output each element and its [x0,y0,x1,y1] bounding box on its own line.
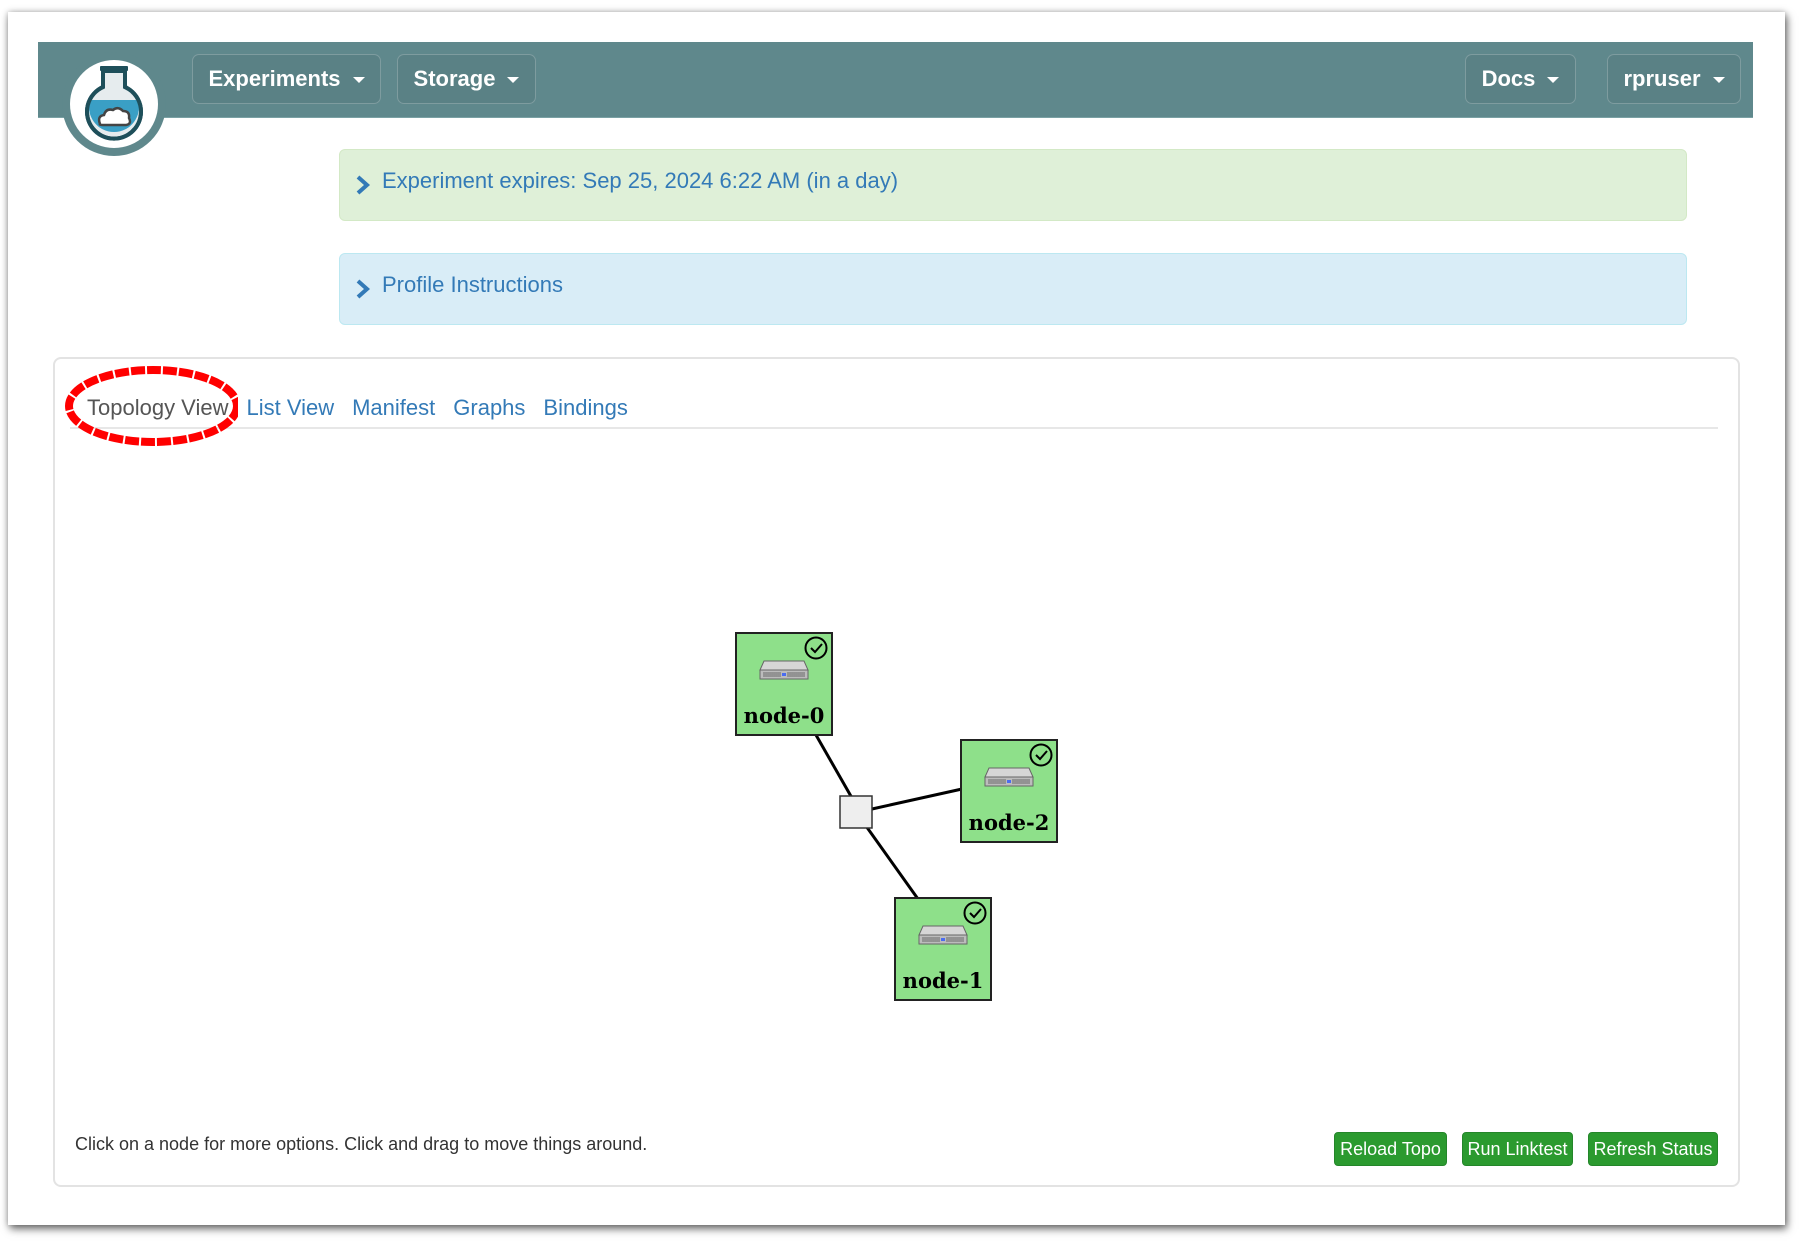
view-tabs: Topology View List View Manifest Graphs … [78,388,637,428]
node-2[interactable]: node-2 [960,739,1058,843]
node-1[interactable]: node-1 [894,897,992,1001]
topology-hint: Click on a node for more options. Click … [75,1134,648,1154]
docs-menu-label: Docs [1481,66,1536,91]
docs-menu-button[interactable]: Docs [1465,54,1576,104]
tab-divider [70,427,1718,429]
server-icon [918,925,968,945]
tab-bindings[interactable]: Bindings [534,395,636,421]
storage-menu-button[interactable]: Storage [397,54,536,104]
reload-topo-button[interactable]: Reload Topo [1334,1132,1447,1166]
node-1-label: node-1 [903,968,984,993]
node-0-label: node-0 [744,703,825,728]
experiments-menu-button[interactable]: Experiments [192,54,381,104]
server-icon [759,660,809,680]
topology-panel [53,357,1740,1187]
run-linktest-button[interactable]: Run Linktest [1462,1132,1573,1166]
tab-list-view[interactable]: List View [237,395,343,421]
user-menu-button[interactable]: rpruser [1607,54,1741,104]
tab-topology-view[interactable]: Topology View [78,395,237,421]
profile-instructions-alert[interactable]: Profile Instructions [339,253,1687,325]
caret-down-icon [1547,77,1560,83]
tab-graphs[interactable]: Graphs [444,395,534,421]
storage-menu-label: Storage [413,66,496,91]
logo-background [70,60,158,148]
user-menu-label: rpruser [1623,66,1701,91]
server-icon [984,767,1034,787]
caret-down-icon [352,77,365,83]
profile-instructions-text: Profile Instructions [382,272,563,297]
chevron-right-icon [356,175,371,195]
refresh-status-button[interactable]: Refresh Status [1588,1132,1718,1166]
chevron-right-icon [356,279,371,299]
tab-manifest[interactable]: Manifest [343,395,444,421]
node-0[interactable]: node-0 [735,632,833,736]
caret-down-icon [507,77,520,83]
navbar: Experiments Storage Docs rpruser [38,42,1753,118]
experiment-expiry-alert[interactable]: Experiment expires: Sep 25, 2024 6:22 AM… [339,149,1687,221]
home-logo[interactable] [62,52,166,156]
node-2-label: node-2 [969,810,1050,835]
caret-down-icon [1712,77,1725,83]
experiments-menu-label: Experiments [208,66,341,91]
expiry-text: Experiment expires: Sep 25, 2024 6:22 AM… [382,168,899,193]
flask-cloud-icon [85,66,143,141]
